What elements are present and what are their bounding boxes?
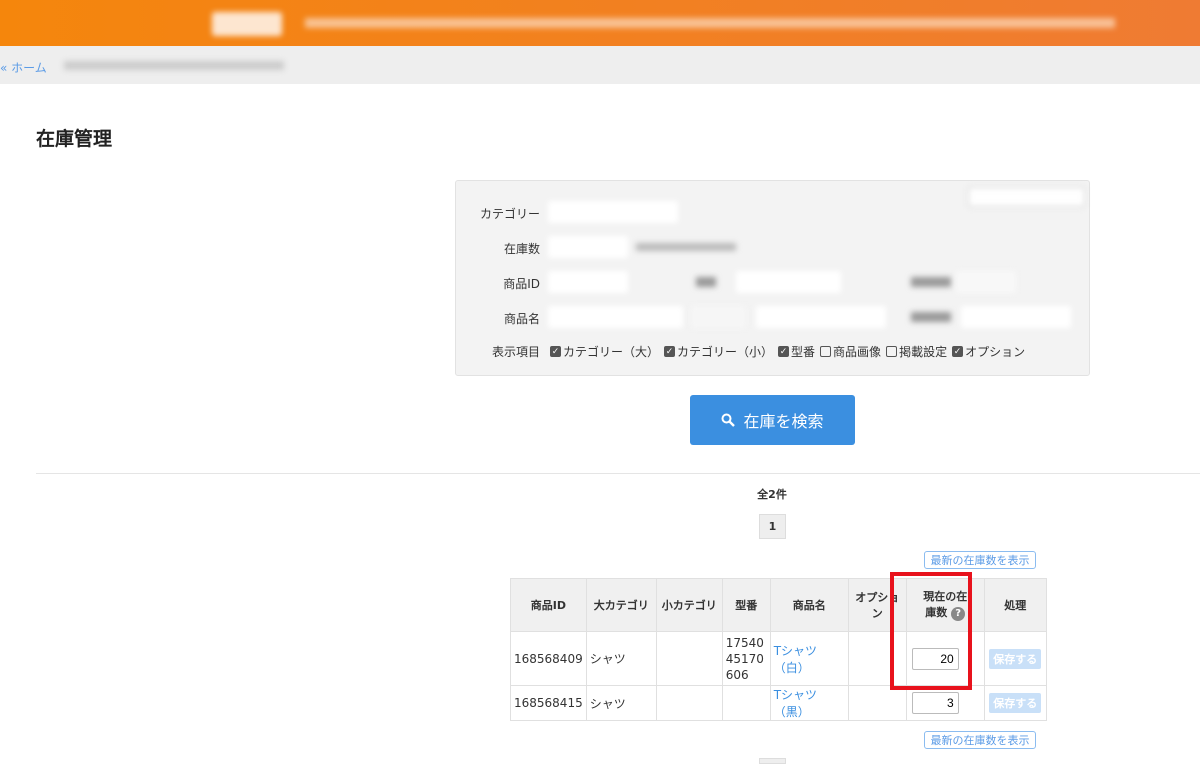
label-product-name: 商品名 bbox=[503, 312, 540, 326]
display-option-category-large[interactable]: ✓ カテゴリー（大） bbox=[550, 343, 659, 360]
banner-text bbox=[305, 18, 1115, 28]
checkbox-checked-icon: ✓ bbox=[664, 346, 676, 357]
announcement-banner[interactable] bbox=[0, 0, 1200, 46]
breadcrumb-path bbox=[64, 61, 284, 70]
page-1-bottom[interactable] bbox=[759, 758, 786, 764]
header-name: 商品名 bbox=[769, 578, 849, 632]
display-items-group: ✓ カテゴリー（大） ✓ カテゴリー（小） ✓ 型番 商品画像 掲載設定 ✓ オプション bbox=[550, 343, 1030, 360]
product-name-input[interactable] bbox=[548, 306, 683, 328]
page-title: 在庫管理 bbox=[36, 128, 113, 150]
publish-label bbox=[911, 312, 951, 322]
category-select[interactable] bbox=[548, 201, 678, 223]
status-label bbox=[911, 277, 951, 287]
search-button-label: 在庫を検索 bbox=[743, 414, 824, 431]
stock-hint bbox=[636, 243, 736, 251]
label-stock: 在庫数 bbox=[503, 242, 540, 256]
option-label: 型番 bbox=[791, 345, 816, 359]
page-1[interactable]: 1 bbox=[759, 514, 786, 539]
stock-input[interactable] bbox=[548, 236, 628, 258]
table-row: 168568415 シャツ Tシャツ（黒） 保存する bbox=[510, 685, 1047, 721]
match-select[interactable] bbox=[691, 306, 746, 328]
label-category: カテゴリー bbox=[479, 207, 540, 221]
option-label: 商品画像 bbox=[833, 345, 882, 359]
search-button[interactable]: 在庫を検索 bbox=[690, 395, 855, 445]
header-action: 処理 bbox=[983, 578, 1047, 632]
status-select[interactable] bbox=[956, 271, 1016, 293]
result-count: 全2件 bbox=[757, 488, 787, 501]
cell-category-large: シャツ bbox=[585, 631, 657, 686]
divider bbox=[36, 473, 1200, 474]
save-button[interactable]: 保存する bbox=[989, 648, 1042, 669]
display-option-image[interactable]: 商品画像 bbox=[820, 343, 881, 360]
display-option-category-small[interactable]: ✓ カテゴリー（小） bbox=[664, 343, 773, 360]
option-label: カテゴリー（小） bbox=[677, 345, 774, 359]
option-label: オプション bbox=[965, 345, 1026, 359]
checkbox-checked-icon: ✓ bbox=[952, 346, 964, 357]
cell-id: 168568409 bbox=[510, 631, 587, 686]
header-category-small: 小カテゴリ bbox=[655, 578, 723, 632]
breadcrumb-home[interactable]: « ホーム bbox=[0, 59, 47, 76]
cell-option bbox=[847, 685, 907, 721]
refresh-stock-button-top[interactable]: 最新の在庫数を表示 bbox=[924, 551, 1036, 569]
product-link[interactable]: Tシャツ（黒） bbox=[774, 688, 817, 719]
checkbox-unchecked-icon bbox=[886, 346, 898, 357]
model-input[interactable] bbox=[736, 271, 841, 293]
keyword-input[interactable] bbox=[756, 306, 886, 328]
option-label: 掲載設定 bbox=[899, 345, 948, 359]
header-id: 商品ID bbox=[510, 578, 587, 632]
model-label bbox=[696, 277, 716, 287]
checkbox-unchecked-icon bbox=[820, 346, 832, 357]
header-model: 型番 bbox=[721, 578, 771, 632]
label-display-items: 表示項目 bbox=[491, 345, 540, 359]
cell-category-large: シャツ bbox=[585, 685, 657, 721]
save-button[interactable]: 保存する bbox=[989, 693, 1042, 713]
cell-category-small bbox=[655, 631, 723, 686]
publish-select[interactable] bbox=[961, 306, 1071, 328]
search-icon bbox=[721, 413, 736, 427]
display-option-model[interactable]: ✓ 型番 bbox=[778, 343, 815, 360]
refresh-stock-button-bottom[interactable]: 最新の在庫数を表示 bbox=[924, 731, 1036, 749]
search-panel: カテゴリー 在庫数 商品ID 商品名 表示項目 ✓ カテゴリー（大） ✓ カテゴリー… bbox=[455, 180, 1090, 376]
display-option-publish[interactable]: 掲載設定 bbox=[886, 343, 947, 360]
banner-badge bbox=[212, 12, 282, 36]
stock-input[interactable] bbox=[911, 692, 959, 714]
cell-category-small bbox=[655, 685, 723, 721]
highlight-box bbox=[890, 572, 972, 690]
label-product-id: 商品ID bbox=[503, 277, 540, 291]
panel-top-button[interactable] bbox=[968, 187, 1085, 207]
cell-id: 168568415 bbox=[510, 685, 587, 721]
option-label: カテゴリー（大） bbox=[563, 345, 660, 359]
cell-model: 1754045170606 bbox=[721, 631, 771, 686]
header-category-large: 大カテゴリ bbox=[585, 578, 657, 632]
checkbox-checked-icon: ✓ bbox=[550, 346, 561, 357]
display-option-option[interactable]: ✓ オプション bbox=[952, 343, 1025, 360]
product-id-input[interactable] bbox=[548, 271, 628, 293]
cell-model bbox=[721, 685, 771, 721]
product-link[interactable]: Tシャツ（白） bbox=[774, 644, 817, 675]
breadcrumb: « ホーム bbox=[0, 46, 1200, 84]
checkbox-checked-icon: ✓ bbox=[778, 346, 790, 357]
